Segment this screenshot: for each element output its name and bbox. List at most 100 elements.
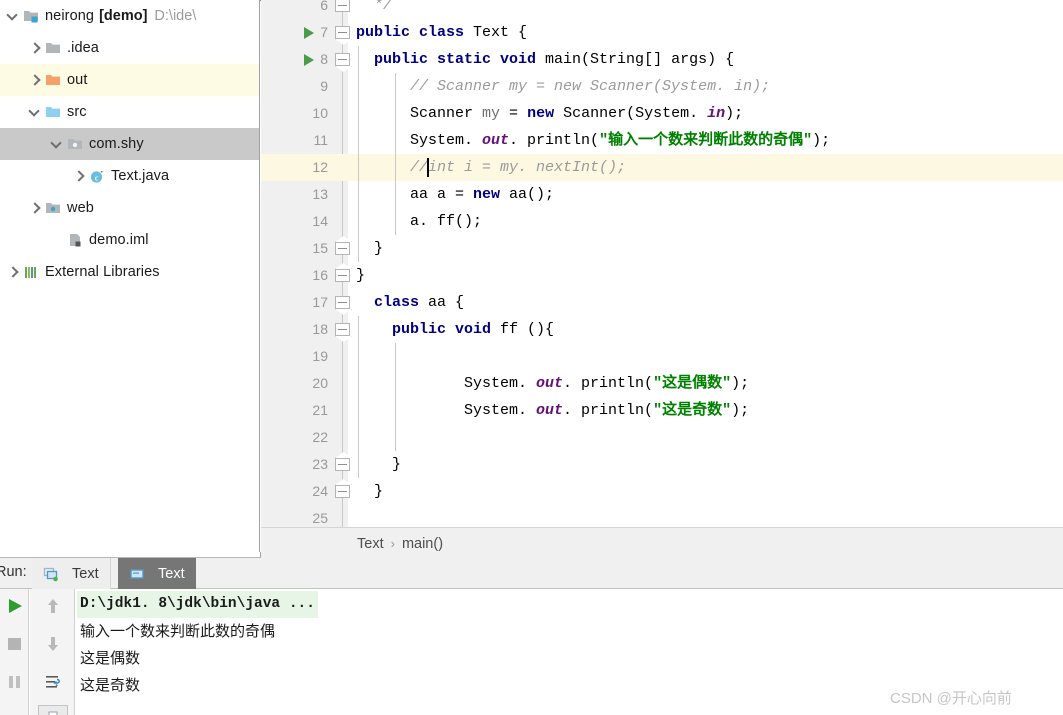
code-line-text[interactable]: */ <box>356 0 392 19</box>
tree-item-com-shy[interactable]: com.shy <box>0 128 259 160</box>
package-icon <box>67 136 89 152</box>
run-tab-text-1[interactable]: Text <box>32 558 111 589</box>
editor-line[interactable] <box>261 424 1063 451</box>
code-token: System. <box>356 132 483 149</box>
arrow-down-icon <box>43 634 63 659</box>
code-token: my <box>482 105 501 122</box>
code-token: ); <box>725 105 744 122</box>
breadcrumb-class[interactable]: Text <box>357 536 384 552</box>
tree-item-label: web <box>67 200 94 216</box>
code-line-text[interactable]: //int i = my. nextInt(); <box>356 154 626 181</box>
tree-item-src[interactable]: src <box>0 96 259 128</box>
tree-item-external-libraries[interactable]: External Libraries <box>0 256 259 288</box>
code-editor[interactable]: 6 */ 7 public class Text {8 public static … <box>261 0 1063 527</box>
code-line-text[interactable]: System. out. println("这是奇数"); <box>356 397 749 424</box>
line-number: 18 <box>312 321 328 337</box>
chevron-right-icon[interactable] <box>28 41 42 55</box>
tree-item-label: neirong <box>45 8 95 24</box>
chevron-down-icon[interactable] <box>28 105 42 119</box>
rerun-button[interactable] <box>0 591 29 625</box>
code-token: = <box>500 105 528 122</box>
run-toolbar-primary[interactable] <box>0 589 29 715</box>
code-line-text[interactable]: class aa { <box>356 289 464 316</box>
folder-gray-icon <box>45 40 67 56</box>
fold-region-start-icon[interactable] <box>335 296 350 309</box>
code-line-text[interactable]: } <box>356 478 383 505</box>
code-line-text[interactable]: System. out. println("输入一个数来判断此数的奇偶"); <box>356 127 830 154</box>
folder-blue-icon <box>45 104 67 120</box>
fold-region-end-icon[interactable] <box>335 458 350 471</box>
code-line-text[interactable]: // Scanner my = new Scanner(System. in); <box>356 73 770 100</box>
code-token: "输入一个数来判断此数的奇偶" <box>599 132 813 149</box>
run-gutter-icon[interactable] <box>304 54 314 66</box>
run-tab-bar[interactable]: Run: Text Text <box>0 558 1063 589</box>
tree-item-demo-iml[interactable]: demo.iml <box>0 224 259 256</box>
pause-button[interactable] <box>0 667 29 701</box>
line-number: 17 <box>312 294 328 310</box>
tree-item-out[interactable]: out <box>0 64 259 96</box>
breadcrumb-method[interactable]: main() <box>402 536 443 552</box>
fold-region-end-icon[interactable] <box>335 269 350 282</box>
code-line-text[interactable]: public class Text { <box>356 19 527 46</box>
module-folder-icon <box>23 8 45 24</box>
chevron-down-icon[interactable] <box>6 9 20 23</box>
stop-button[interactable] <box>0 629 29 663</box>
chevron-right-icon[interactable] <box>72 169 86 183</box>
code-token: } <box>356 267 366 284</box>
chevron-right-icon[interactable] <box>6 265 20 279</box>
code-line-text[interactable]: } <box>356 451 401 478</box>
tree-item-idea[interactable]: .idea <box>0 32 259 64</box>
run-tab-text-2[interactable]: Text <box>118 558 196 589</box>
run-gutter-icon[interactable] <box>304 27 314 39</box>
code-line-text[interactable]: Scanner my = new Scanner(System. in); <box>356 100 743 127</box>
run-toolbar-secondary[interactable] <box>30 589 75 715</box>
chevron-right-icon[interactable] <box>28 201 42 215</box>
breadcrumb[interactable]: Text › main() <box>261 527 1063 559</box>
code-token: //int i = my. nextInt(); <box>410 159 627 176</box>
fold-region-end-icon[interactable] <box>335 242 350 255</box>
tree-item-text-java[interactable]: c Text.java <box>0 160 259 192</box>
soft-wrap-button[interactable] <box>38 667 68 701</box>
code-token: */ <box>374 0 393 14</box>
editor-line[interactable] <box>261 343 1063 370</box>
code-token: ); <box>731 375 750 392</box>
code-line-text[interactable]: aa a = new aa(); <box>356 181 554 208</box>
code-line-text[interactable]: a. ff(); <box>356 208 482 235</box>
fold-region-end-icon[interactable] <box>335 0 350 12</box>
print-button[interactable] <box>38 705 68 715</box>
code-token: main(String[] args) { <box>545 51 735 68</box>
code-token: public void <box>392 321 501 338</box>
indent-guide <box>395 424 396 451</box>
tree-item-neirong[interactable]: neirong [demo] D:\ide\ <box>0 0 259 32</box>
down-stacktrace-button[interactable] <box>38 629 68 663</box>
code-token: new <box>473 186 510 203</box>
fold-region-end-icon[interactable] <box>335 485 350 498</box>
chevron-right-icon[interactable] <box>28 73 42 87</box>
code-line-text[interactable]: } <box>356 235 383 262</box>
project-tool-window[interactable]: neirong [demo] D:\ide\ .idea out src com.shy c T… <box>0 0 260 552</box>
code-line-text[interactable]: public static void main(String[] args) { <box>356 46 734 73</box>
fold-region-start-icon[interactable] <box>335 26 350 39</box>
line-number: 11 <box>313 132 328 148</box>
code-line-text[interactable]: } <box>356 262 365 289</box>
chevron-down-icon[interactable] <box>50 137 64 151</box>
line-number: 9 <box>320 78 328 94</box>
tree-item-web[interactable]: web <box>0 192 259 224</box>
fold-region-start-icon[interactable] <box>335 323 350 336</box>
code-token: ); <box>731 402 750 419</box>
code-line-text[interactable]: System. out. println("这是偶数"); <box>356 370 749 397</box>
code-line-text[interactable]: public void ff (){ <box>356 316 554 343</box>
code-token: System. <box>356 375 537 392</box>
svg-text:c: c <box>95 173 99 182</box>
code-token: a. ff(); <box>356 213 483 230</box>
up-stacktrace-button[interactable] <box>38 591 68 625</box>
tree-item-path: D:\ide\ <box>154 8 197 24</box>
fold-region-start-icon[interactable] <box>335 53 350 66</box>
tree-item-label: demo.iml <box>89 232 149 248</box>
editor-line[interactable] <box>261 262 1063 289</box>
editor-line[interactable] <box>261 505 1063 527</box>
run-window-label: Run: <box>0 564 27 580</box>
